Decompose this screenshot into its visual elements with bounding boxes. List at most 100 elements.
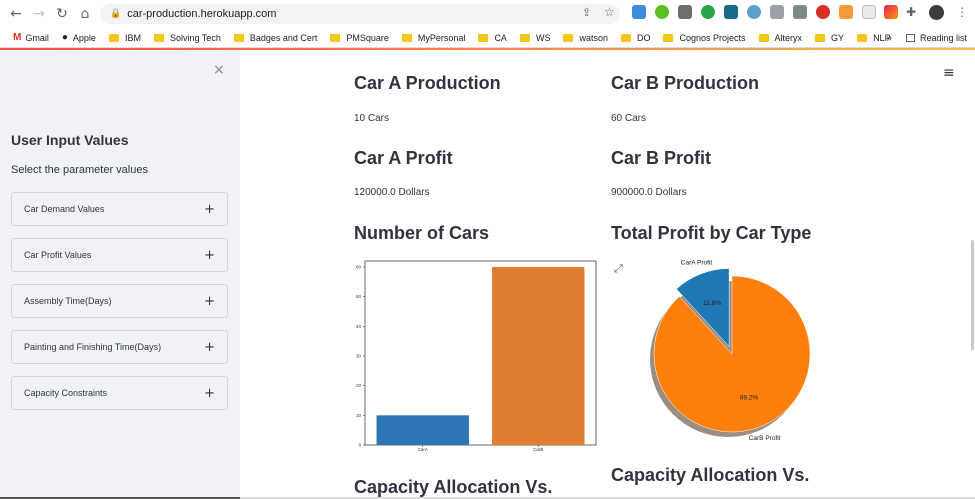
browser-menu-icon[interactable]: ⋮ [956,5,968,19]
folder-icon [330,33,341,42]
bookmark-cognos[interactable]: Cognos Projects [663,33,746,43]
expander-car-demand[interactable]: Car Demand Values + [11,192,228,226]
more-bookmarks-button[interactable]: » [886,33,892,44]
car-a-profit-heading: Car A Profit [354,148,453,168]
folder-icon [758,33,769,42]
bookmarks-bar: M Gmail ● Apple IBM Solving Tech Badges an… [0,28,975,48]
y-tick-label: 40 [356,324,362,329]
extension-chat-icon[interactable] [701,5,715,19]
car-b-production-value: 60 Cars [611,113,647,124]
extension-pink-icon[interactable] [884,5,898,19]
expander-label: Car Profit Values [24,250,92,260]
share-icon[interactable]: ⇪ [582,6,591,19]
car-a-production-heading: Car A Production [354,73,501,93]
forward-icon[interactable]: → [28,3,50,25]
car-a-production-value: 10 Cars [354,113,390,124]
page-scrollbar[interactable] [971,240,974,350]
sidebar-subtitle: Select the parameter values [11,164,148,176]
extension-orange-icon[interactable] [839,5,853,19]
plus-icon: + [204,293,215,309]
back-icon[interactable]: ← [5,3,27,25]
y-tick-label: 30 [356,353,362,358]
address-bar[interactable]: 🔒 car-production.herokuapp.com [100,4,620,24]
extension-cloud-icon[interactable] [632,5,646,19]
folder-icon [478,33,489,42]
pie-category-label: CarA Profit [681,260,713,267]
bar-cara [376,415,469,445]
total-profit-heading: Total Profit by Car Type [611,223,812,243]
pie-category-label: CarB Profit [749,435,781,442]
close-sidebar-button[interactable]: × [213,62,225,78]
reading-list-button[interactable]: Reading list [920,33,967,43]
bookmark-ws[interactable]: WS [519,33,550,43]
bookmark-badges[interactable]: Badges and Cert [233,33,317,43]
folder-icon [815,33,826,42]
reload-icon[interactable]: ↻ [51,3,73,25]
expander-car-profit[interactable]: Car Profit Values + [11,238,228,272]
expander-label: Painting and Finishing Time(Days) [24,342,162,352]
extension-image-icon[interactable] [793,5,807,19]
bookmark-gy[interactable]: GY [815,33,844,43]
star-icon[interactable]: ☆ [604,5,615,19]
y-tick-label: 0 [358,443,361,448]
capacity-allocation-heading-right: Capacity Allocation Vs. [611,465,810,485]
total-profit-pie-chart: 11.8% CarA Profit 88.2% CarB Profit [650,260,811,442]
bookmark-ibm[interactable]: IBM [108,33,141,43]
car-b-profit-heading: Car B Profit [611,148,712,168]
folder-icon [519,33,530,42]
adblock-icon[interactable] [816,5,830,19]
y-tick-label: 10 [356,413,362,418]
bookmark-do[interactable]: DO [620,33,650,43]
bar-carb [492,266,585,445]
bookmark-apple[interactable]: ● Apple [62,32,96,43]
reading-list-icon [905,34,915,42]
sidebar-title: User Input Values [11,132,129,148]
pie-pct-label: 11.8% [703,300,721,307]
bookmark-watson[interactable]: watson [563,33,608,43]
folder-icon [108,33,119,42]
extensions-puzzle-icon[interactable]: ✚ [906,5,916,19]
bookmark-ca[interactable]: CA [478,33,507,43]
bookmark-mypersonal[interactable]: MyPersonal [401,33,465,43]
car-a-profit-value: 120000.0 Dollars [354,187,430,198]
browser-toolbar: ← → ↻ ⌂ 🔒 car-production.herokuapp.com ⇪… [0,0,975,28]
sidebar: × User Input Values Select the parameter… [0,50,240,499]
home-icon[interactable]: ⌂ [74,3,96,25]
profile-avatar[interactable] [929,5,944,20]
folder-icon [401,33,412,42]
folder-icon [233,33,244,42]
url-text: car-production.herokuapp.com [127,8,277,20]
bookmark-solving-tech[interactable]: Solving Tech [153,33,221,43]
extension-v-icon[interactable] [724,5,738,19]
expander-label: Capacity Constraints [24,388,108,398]
pie-pct-label: 88.2% [740,395,759,402]
expander-painting-time[interactable]: Painting and Finishing Time(Days) + [11,330,228,364]
gmail-icon: M [13,32,22,43]
car-b-production-heading: Car B Production [611,73,760,93]
expander-capacity-constraints[interactable]: Capacity Constraints + [11,376,228,410]
y-tick-label: 50 [356,294,362,299]
bookmark-pmsquare[interactable]: PMSquare [330,33,389,43]
plus-icon: + [204,385,215,401]
pie-slice-1 [653,275,811,433]
expander-assembly-time[interactable]: Assembly Time(Days) + [11,284,228,318]
capacity-allocation-heading-left: Capacity Allocation Vs. [354,477,553,497]
extension-box-icon[interactable] [770,5,784,19]
number-of-cars-heading: Number of Cars [354,223,490,243]
extension-snow-icon[interactable] [747,5,761,19]
folder-icon [563,33,574,42]
extension-green-icon[interactable] [655,5,669,19]
extension-mouse-icon[interactable] [862,5,876,19]
plus-icon: + [204,201,215,217]
hamburger-menu-icon[interactable]: ≡ [943,65,955,81]
bookmark-gmail[interactable]: M Gmail [13,32,49,43]
x-tick-label: CarA [418,447,428,452]
number-of-cars-bar-chart: 0 10 20 30 40 50 60 CarA CarB [356,260,597,452]
expander-label: Assembly Time(Days) [24,296,112,306]
folder-icon [620,33,631,42]
y-tick-label: 60 [356,264,362,269]
plus-icon: + [204,247,215,263]
y-tick-label: 20 [356,383,362,388]
bookmark-alteryx[interactable]: Alteryx [758,33,802,43]
extension-h-icon[interactable] [678,5,692,19]
